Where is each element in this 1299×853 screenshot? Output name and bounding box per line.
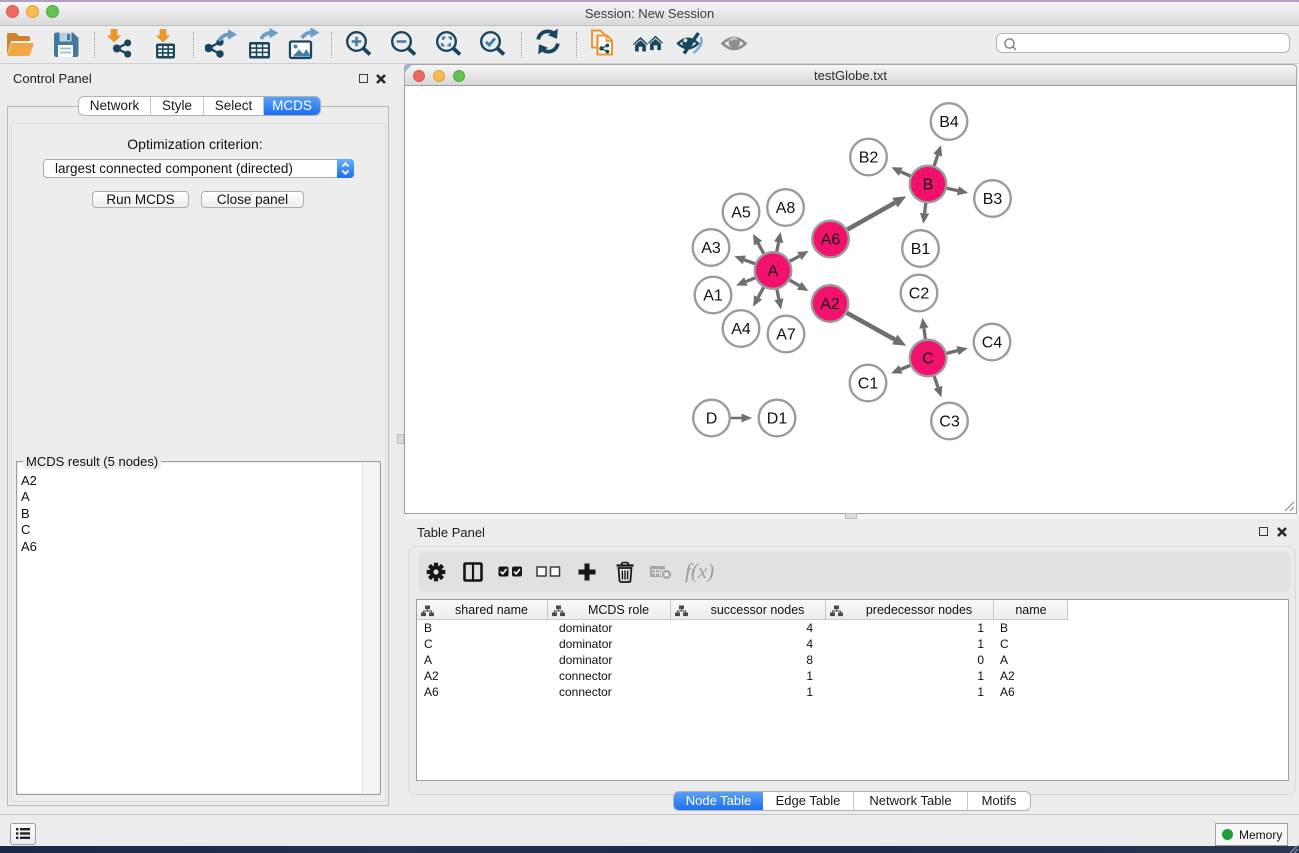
svg-text:A3: A3 xyxy=(701,240,721,257)
svg-text:C: C xyxy=(922,351,934,368)
svg-text:A2: A2 xyxy=(820,296,840,313)
svg-text:A7: A7 xyxy=(776,327,796,344)
svg-text:B: B xyxy=(923,177,934,194)
svg-text:C3: C3 xyxy=(939,414,960,431)
svg-text:C1: C1 xyxy=(858,376,879,393)
svg-text:C4: C4 xyxy=(982,335,1003,352)
svg-text:B4: B4 xyxy=(939,114,959,131)
svg-text:B3: B3 xyxy=(983,191,1003,208)
svg-text:A: A xyxy=(768,263,779,280)
svg-text:B2: B2 xyxy=(859,150,879,167)
svg-text:A6: A6 xyxy=(821,232,841,249)
svg-text:B1: B1 xyxy=(911,241,931,258)
svg-text:D: D xyxy=(706,411,718,428)
svg-text:A4: A4 xyxy=(731,321,751,338)
svg-text:A8: A8 xyxy=(776,200,796,217)
svg-text:A5: A5 xyxy=(731,205,751,222)
svg-text:C2: C2 xyxy=(909,286,930,303)
svg-text:D1: D1 xyxy=(767,411,788,428)
svg-text:A1: A1 xyxy=(703,288,723,305)
